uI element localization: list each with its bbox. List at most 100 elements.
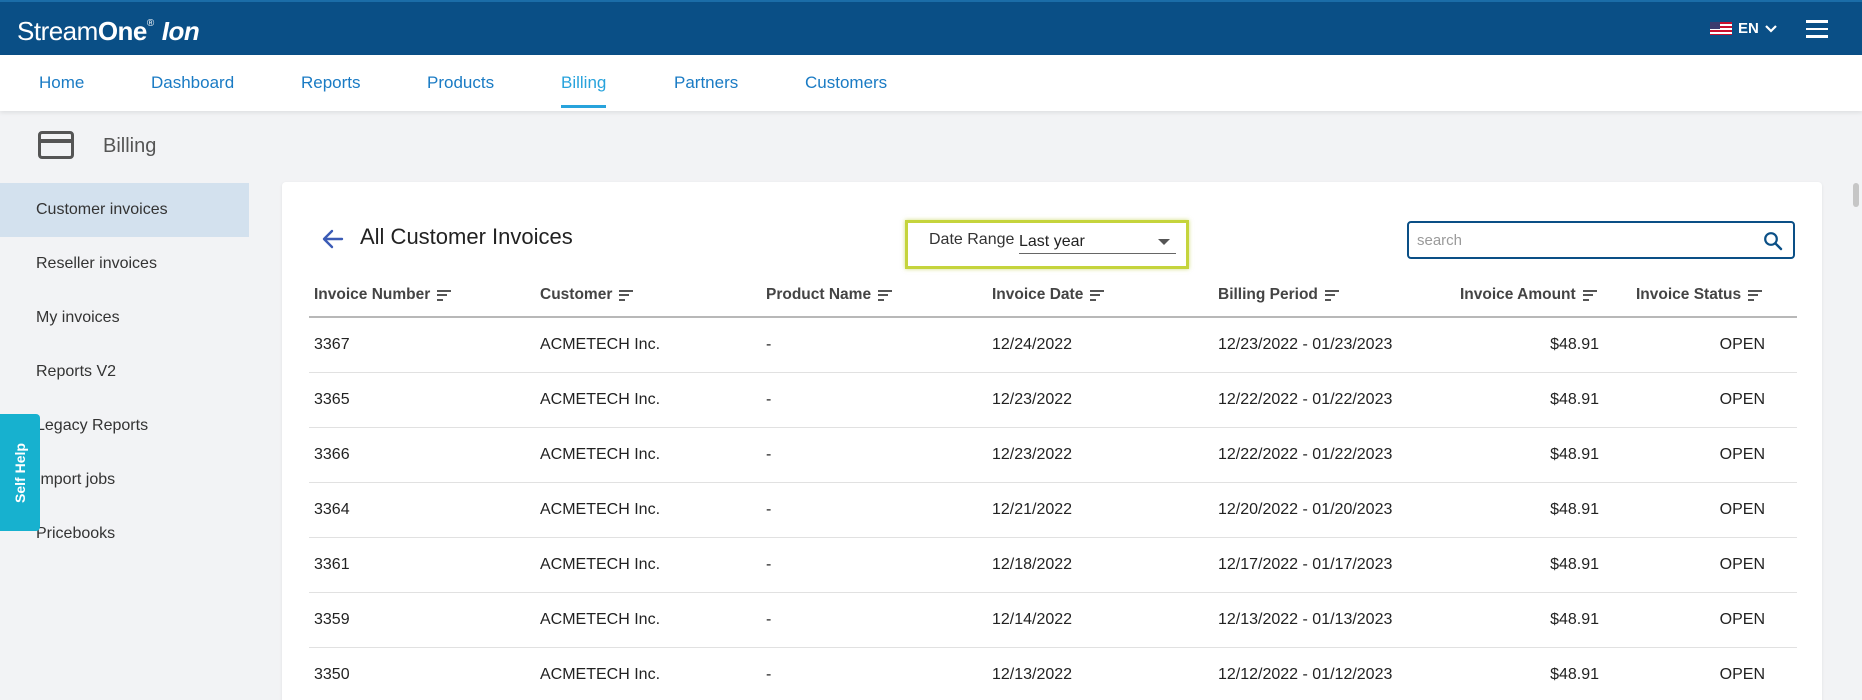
nav-customers[interactable]: Customers	[805, 73, 887, 93]
self-help-label: Self Help	[12, 442, 28, 503]
cell-product-name: -	[766, 336, 772, 353]
column-label: Customer	[540, 286, 613, 303]
cell-invoice-number[interactable]: 3359	[314, 611, 350, 629]
column-label: Invoice Date	[992, 286, 1084, 303]
nav-products[interactable]: Products	[427, 73, 494, 93]
cell-invoice-date: 12/23/2022	[992, 446, 1073, 463]
column-header-product-name[interactable]: Product Name	[766, 286, 893, 304]
cell-customer: ACMETECH Inc.	[540, 391, 661, 408]
column-label: Invoice Amount	[1460, 286, 1576, 303]
cell-product-name: -	[766, 501, 772, 518]
back-arrow-icon[interactable]	[320, 226, 346, 252]
table-row[interactable]: 3367 ACMETECH Inc. - 12/24/2022 12/23/20…	[309, 318, 1797, 373]
column-label: Billing Period	[1218, 286, 1318, 303]
cell-invoice-status: OPEN	[1719, 446, 1765, 463]
search-input[interactable]	[1417, 229, 1747, 251]
date-range-select[interactable]: Last year	[1019, 229, 1176, 254]
table-row[interactable]: 3359 ACMETECH Inc. - 12/14/2022 12/13/20…	[309, 593, 1797, 648]
cell-invoice-status: OPEN	[1719, 556, 1765, 573]
table-row[interactable]: 3350 ACMETECH Inc. - 12/13/2022 12/12/20…	[309, 648, 1797, 700]
streamone-ion-logo[interactable]: StreamOne® Ion	[17, 16, 200, 47]
table-row[interactable]: 3361 ACMETECH Inc. - 12/18/2022 12/17/20…	[309, 538, 1797, 593]
cell-invoice-status: OPEN	[1719, 391, 1765, 408]
cell-invoice-date: 12/21/2022	[992, 501, 1073, 518]
page-scrollbar[interactable]	[1853, 183, 1859, 207]
cell-invoice-date: 12/18/2022	[992, 556, 1073, 573]
logo-ion-text: Ion	[161, 16, 200, 46]
self-help-tab[interactable]: Self Help	[0, 414, 40, 531]
cell-billing-period: 12/22/2022 - 01/22/2023	[1218, 446, 1393, 463]
nav-dashboard[interactable]: Dashboard	[151, 73, 234, 93]
sort-icon	[619, 289, 634, 301]
card-title: All Customer Invoices	[360, 224, 573, 249]
cell-invoice-amount: $48.91	[1550, 391, 1599, 408]
cell-product-name: -	[766, 556, 772, 573]
cell-invoice-number[interactable]: 3367	[314, 336, 350, 354]
us-flag-icon	[1710, 22, 1732, 35]
table-row[interactable]: 3364 ACMETECH Inc. - 12/21/2022 12/20/20…	[309, 483, 1797, 538]
language-code: EN	[1738, 20, 1759, 37]
cell-billing-period: 12/17/2022 - 01/17/2023	[1218, 556, 1393, 573]
dropdown-caret-icon	[1158, 239, 1170, 245]
column-header-billing-period[interactable]: Billing Period	[1218, 286, 1339, 304]
cell-invoice-amount: $48.91	[1550, 446, 1599, 463]
invoices-table: Invoice Number Customer Product Name Inv…	[309, 276, 1797, 700]
search-icon[interactable]	[1763, 231, 1783, 251]
cell-billing-period: 12/13/2022 - 01/13/2023	[1218, 611, 1393, 628]
column-header-invoice-number[interactable]: Invoice Number	[314, 286, 452, 304]
column-label: Product Name	[766, 286, 872, 303]
hamburger-menu-icon[interactable]	[1806, 20, 1828, 38]
chevron-down-icon	[1765, 24, 1777, 33]
nav-partners[interactable]: Partners	[674, 73, 738, 93]
logo-one-text: One	[97, 16, 148, 46]
date-range-label: Date Range	[929, 231, 1015, 248]
cell-billing-period: 12/20/2022 - 01/20/2023	[1218, 501, 1393, 518]
cell-invoice-amount: $48.91	[1550, 611, 1599, 628]
column-header-invoice-amount[interactable]: Invoice Amount	[1460, 286, 1597, 304]
invoices-card: All Customer Invoices Date Range Last ye…	[282, 182, 1822, 700]
cell-invoice-date: 12/13/2022	[992, 666, 1073, 683]
cell-customer: ACMETECH Inc.	[540, 336, 661, 353]
cell-customer: ACMETECH Inc.	[540, 611, 661, 628]
cell-invoice-number[interactable]: 3361	[314, 556, 350, 574]
search-box	[1407, 221, 1795, 259]
cell-customer: ACMETECH Inc.	[540, 501, 661, 518]
logo-registered-mark: ®	[146, 18, 154, 29]
nav-reports[interactable]: Reports	[301, 73, 361, 93]
sort-icon	[1324, 289, 1339, 301]
main-nav: Home Dashboard Reports Products Billing …	[0, 55, 1862, 111]
cell-invoice-number[interactable]: 3365	[314, 391, 350, 409]
cell-invoice-status: OPEN	[1719, 611, 1765, 628]
sidebar-item-customer-invoices[interactable]: Customer invoices	[0, 183, 249, 237]
cell-invoice-amount: $48.91	[1550, 501, 1599, 518]
table-row[interactable]: 3365 ACMETECH Inc. - 12/23/2022 12/22/20…	[309, 373, 1797, 428]
logo-stream-text: Stream	[17, 16, 98, 46]
cell-invoice-status: OPEN	[1719, 501, 1765, 518]
sort-icon	[437, 289, 452, 301]
cell-customer: ACMETECH Inc.	[540, 556, 661, 573]
cell-product-name: -	[766, 666, 772, 683]
cell-invoice-status: OPEN	[1719, 666, 1765, 683]
nav-home[interactable]: Home	[39, 73, 84, 93]
cell-billing-period: 12/12/2022 - 01/12/2023	[1218, 666, 1393, 683]
column-header-invoice-date[interactable]: Invoice Date	[992, 286, 1105, 304]
cell-product-name: -	[766, 446, 772, 463]
language-selector[interactable]: EN	[1710, 20, 1777, 37]
nav-billing[interactable]: Billing	[561, 73, 607, 108]
credit-card-icon	[38, 131, 74, 159]
column-header-customer[interactable]: Customer	[540, 286, 634, 304]
sidebar-item-reseller-invoices[interactable]: Reseller invoices	[0, 237, 249, 291]
cell-invoice-number[interactable]: 3364	[314, 501, 350, 519]
cell-customer: ACMETECH Inc.	[540, 666, 661, 683]
table-header: Invoice Number Customer Product Name Inv…	[309, 276, 1797, 318]
cell-invoice-amount: $48.91	[1550, 556, 1599, 573]
sidebar-item-my-invoices[interactable]: My invoices	[0, 291, 249, 345]
cell-product-name: -	[766, 611, 772, 628]
sort-icon	[1748, 289, 1763, 301]
cell-invoice-number[interactable]: 3350	[314, 666, 350, 684]
column-header-invoice-status[interactable]: Invoice Status	[1636, 286, 1763, 304]
sidebar-item-reports-v2[interactable]: Reports V2	[0, 345, 249, 399]
cell-invoice-number[interactable]: 3366	[314, 446, 350, 464]
date-range-value: Last year	[1019, 233, 1085, 250]
table-row[interactable]: 3366 ACMETECH Inc. - 12/23/2022 12/22/20…	[309, 428, 1797, 483]
